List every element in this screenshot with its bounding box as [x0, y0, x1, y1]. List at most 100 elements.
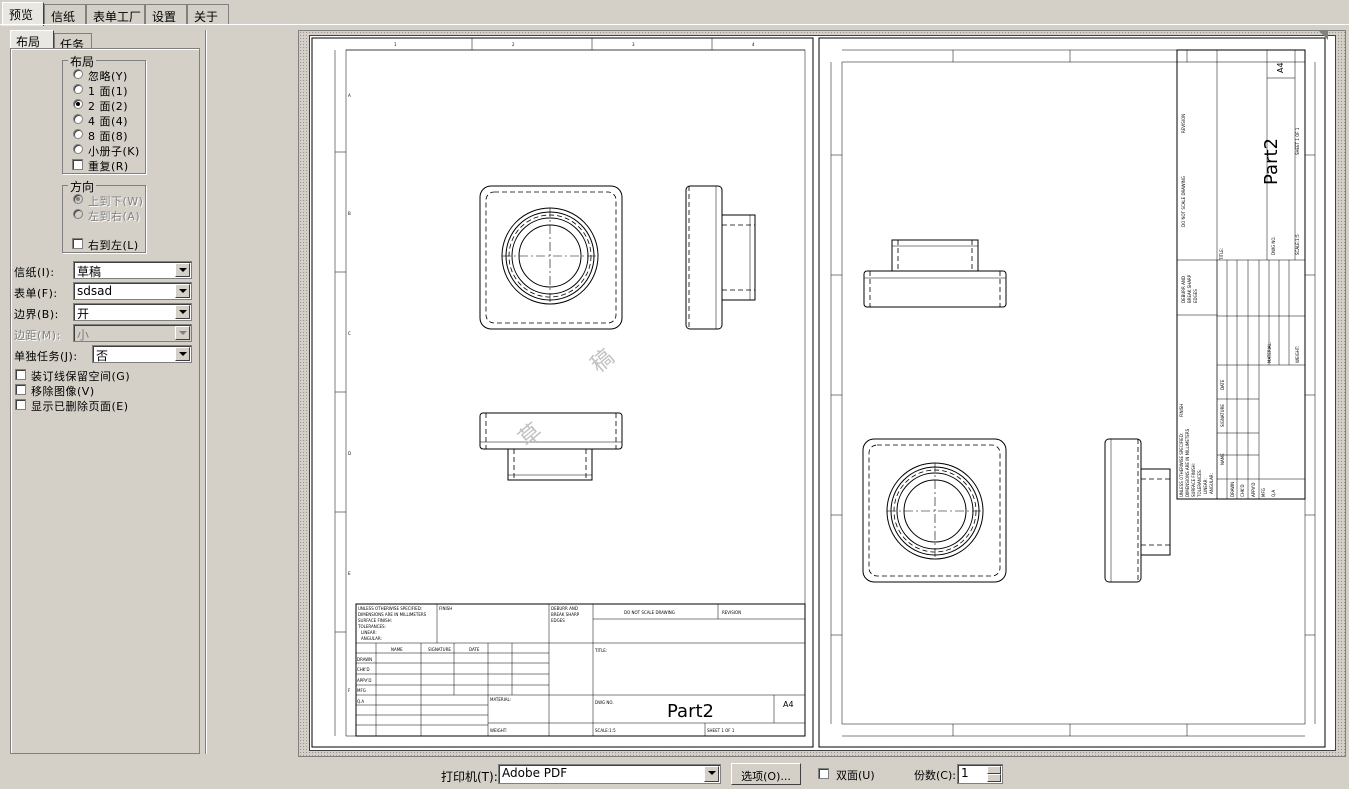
radio-ignore-label: 忽略(Y) — [88, 70, 128, 83]
tb-deburr: DEBURR AND — [551, 606, 578, 611]
part-front-view — [479, 185, 623, 330]
chevron-down-icon[interactable] — [175, 326, 190, 340]
spin-up-icon[interactable] — [987, 766, 1001, 774]
tb-deburr-rotated: BREAK SHARP — [1187, 274, 1192, 303]
margin-value: 小 — [77, 328, 90, 342]
rtl-checkbox[interactable] — [72, 238, 83, 249]
tb-sheet-rotated: SHEET 1 OF 1 — [1295, 127, 1300, 155]
tab-form-factory[interactable]: 表单工厂 — [86, 4, 145, 24]
printer-value: Adobe PDF — [502, 766, 568, 780]
row-label: B — [348, 211, 351, 216]
radio-left-right[interactable] — [73, 209, 83, 219]
radio-booklet[interactable] — [73, 144, 83, 154]
single-job-select[interactable]: 否 — [92, 345, 192, 363]
tb-deburr-rotated: DEBURR AND — [1181, 276, 1186, 303]
paper-value: 草稿 — [77, 265, 102, 279]
single-job-value: 否 — [96, 349, 109, 363]
title-block-rotated — [1176, 49, 1306, 500]
col-label: 3 — [632, 42, 635, 47]
tab-paper[interactable]: 信纸 — [44, 4, 86, 24]
chevron-down-icon[interactable] — [175, 284, 190, 298]
tab-about[interactable]: 关于 — [187, 4, 229, 24]
form-label: 表单(F): — [14, 287, 58, 300]
tab-settings[interactable]: 设置 — [145, 4, 187, 24]
duplex-checkbox[interactable] — [818, 768, 829, 779]
part-side-view-rotated — [1104, 438, 1171, 583]
radio-8up[interactable] — [73, 129, 83, 139]
tb-title: TITLE: — [594, 648, 607, 653]
sheet-size-rotated: A4 — [1276, 62, 1285, 73]
printer-label: 打印机(T): — [441, 770, 498, 784]
radio-4up-label: 4 面(4) — [88, 115, 129, 128]
repeat-checkbox[interactable] — [72, 159, 83, 170]
tb-head: NAME — [391, 647, 403, 652]
tb-revision-rotated: REVISION — [1181, 114, 1186, 133]
splitter[interactable] — [205, 30, 207, 754]
options-button[interactable]: 选项(O)... — [731, 763, 801, 785]
tb-material-rotated: MATERIAL: — [1267, 342, 1272, 363]
spin-down-icon[interactable] — [987, 774, 1001, 782]
col-label: 2 — [512, 42, 515, 47]
printer-select[interactable]: Adobe PDF — [498, 764, 721, 784]
tb-dwgno-rotated: DWG NO. — [1271, 236, 1276, 255]
chevron-down-icon[interactable] — [175, 305, 190, 319]
page2-border — [841, 61, 1306, 725]
margin-select[interactable]: 小 — [73, 324, 192, 342]
tb-row: APPV'D — [357, 678, 371, 683]
row-label: E — [348, 571, 351, 576]
single-job-label: 单独任务(J): — [14, 350, 78, 363]
page1-frame — [311, 37, 814, 748]
tb-scale-rotated: SCALE:1:5 — [1295, 234, 1300, 255]
gutter-label: 装订线保留空间(G) — [31, 370, 131, 383]
form-value: sdsad — [77, 284, 113, 298]
copies-spinner[interactable]: 1 — [957, 764, 1003, 784]
page1-border — [345, 49, 806, 737]
repeat-label: 重复(R) — [88, 160, 129, 173]
radio-1up-label: 1 面(1) — [88, 85, 129, 98]
tb-head: DATE — [469, 647, 480, 652]
tb-noscale: DO NOT SCALE DRAWING — [624, 610, 675, 615]
tb-head: SIGNATURE — [428, 647, 451, 652]
row-label: C — [348, 331, 351, 336]
tb-note: ANGULAR: — [361, 636, 382, 641]
show-deleted-label: 显示已删除页面(E) — [31, 400, 129, 413]
part-name-rotated: Part2 — [1261, 138, 1282, 185]
tab-preview[interactable]: 预览 — [2, 2, 44, 26]
chevron-down-icon[interactable] — [175, 263, 190, 277]
tb-note-rotated: UNLESS OTHERWISE SPECIFIED: — [1179, 433, 1184, 497]
tb-deburr: EDGES — [551, 618, 565, 623]
gutter-checkbox[interactable] — [15, 369, 26, 380]
part-side-view — [685, 185, 756, 330]
tb-weight-rotated: WEIGHT: — [1295, 346, 1300, 363]
tb-revision: REVISION — [722, 610, 741, 615]
chevron-down-icon[interactable] — [704, 766, 719, 782]
radio-1up[interactable] — [73, 84, 83, 94]
drawing-preview: .l{stroke:#000;stroke-width:1;fill:none}… — [311, 37, 1326, 748]
margin-label: 边距(M): — [14, 329, 61, 342]
chevron-down-icon[interactable] — [175, 347, 190, 361]
radio-2up[interactable] — [73, 99, 83, 109]
radio-ignore[interactable] — [73, 69, 83, 79]
tb-note: LINEAR: — [361, 630, 377, 635]
paper-select[interactable]: 草稿 — [73, 261, 192, 279]
tb-row: DRAWN — [357, 657, 372, 662]
show-deleted-checkbox[interactable] — [15, 399, 26, 410]
part-name: Part2 — [667, 701, 714, 722]
paper-label: 信纸(I): — [14, 266, 55, 279]
tb-dwgno: DWG NO. — [595, 700, 614, 705]
border-label: 边界(B): — [14, 308, 59, 321]
form-select[interactable]: sdsad — [73, 282, 192, 300]
remove-images-checkbox[interactable] — [15, 384, 26, 395]
duplex-label: 双面(U) — [836, 769, 875, 782]
tb-sheet: SHEET 1 OF 1 — [707, 728, 735, 733]
radio-top-bottom[interactable] — [73, 194, 83, 204]
tb-head-rotated: NAME — [1220, 453, 1225, 465]
tb-row-rotated: CHK'D — [1240, 484, 1245, 497]
tab-divider — [0, 24, 1349, 25]
watermark-char: 草 — [514, 419, 547, 452]
radio-4up[interactable] — [73, 114, 83, 124]
tb-row: CHK'D — [357, 667, 370, 672]
border-select[interactable]: 开 — [73, 303, 192, 321]
part-top-view-rotated — [863, 239, 1007, 308]
tb-noscale-rotated: DO NOT SCALE DRAWING — [1181, 176, 1186, 227]
